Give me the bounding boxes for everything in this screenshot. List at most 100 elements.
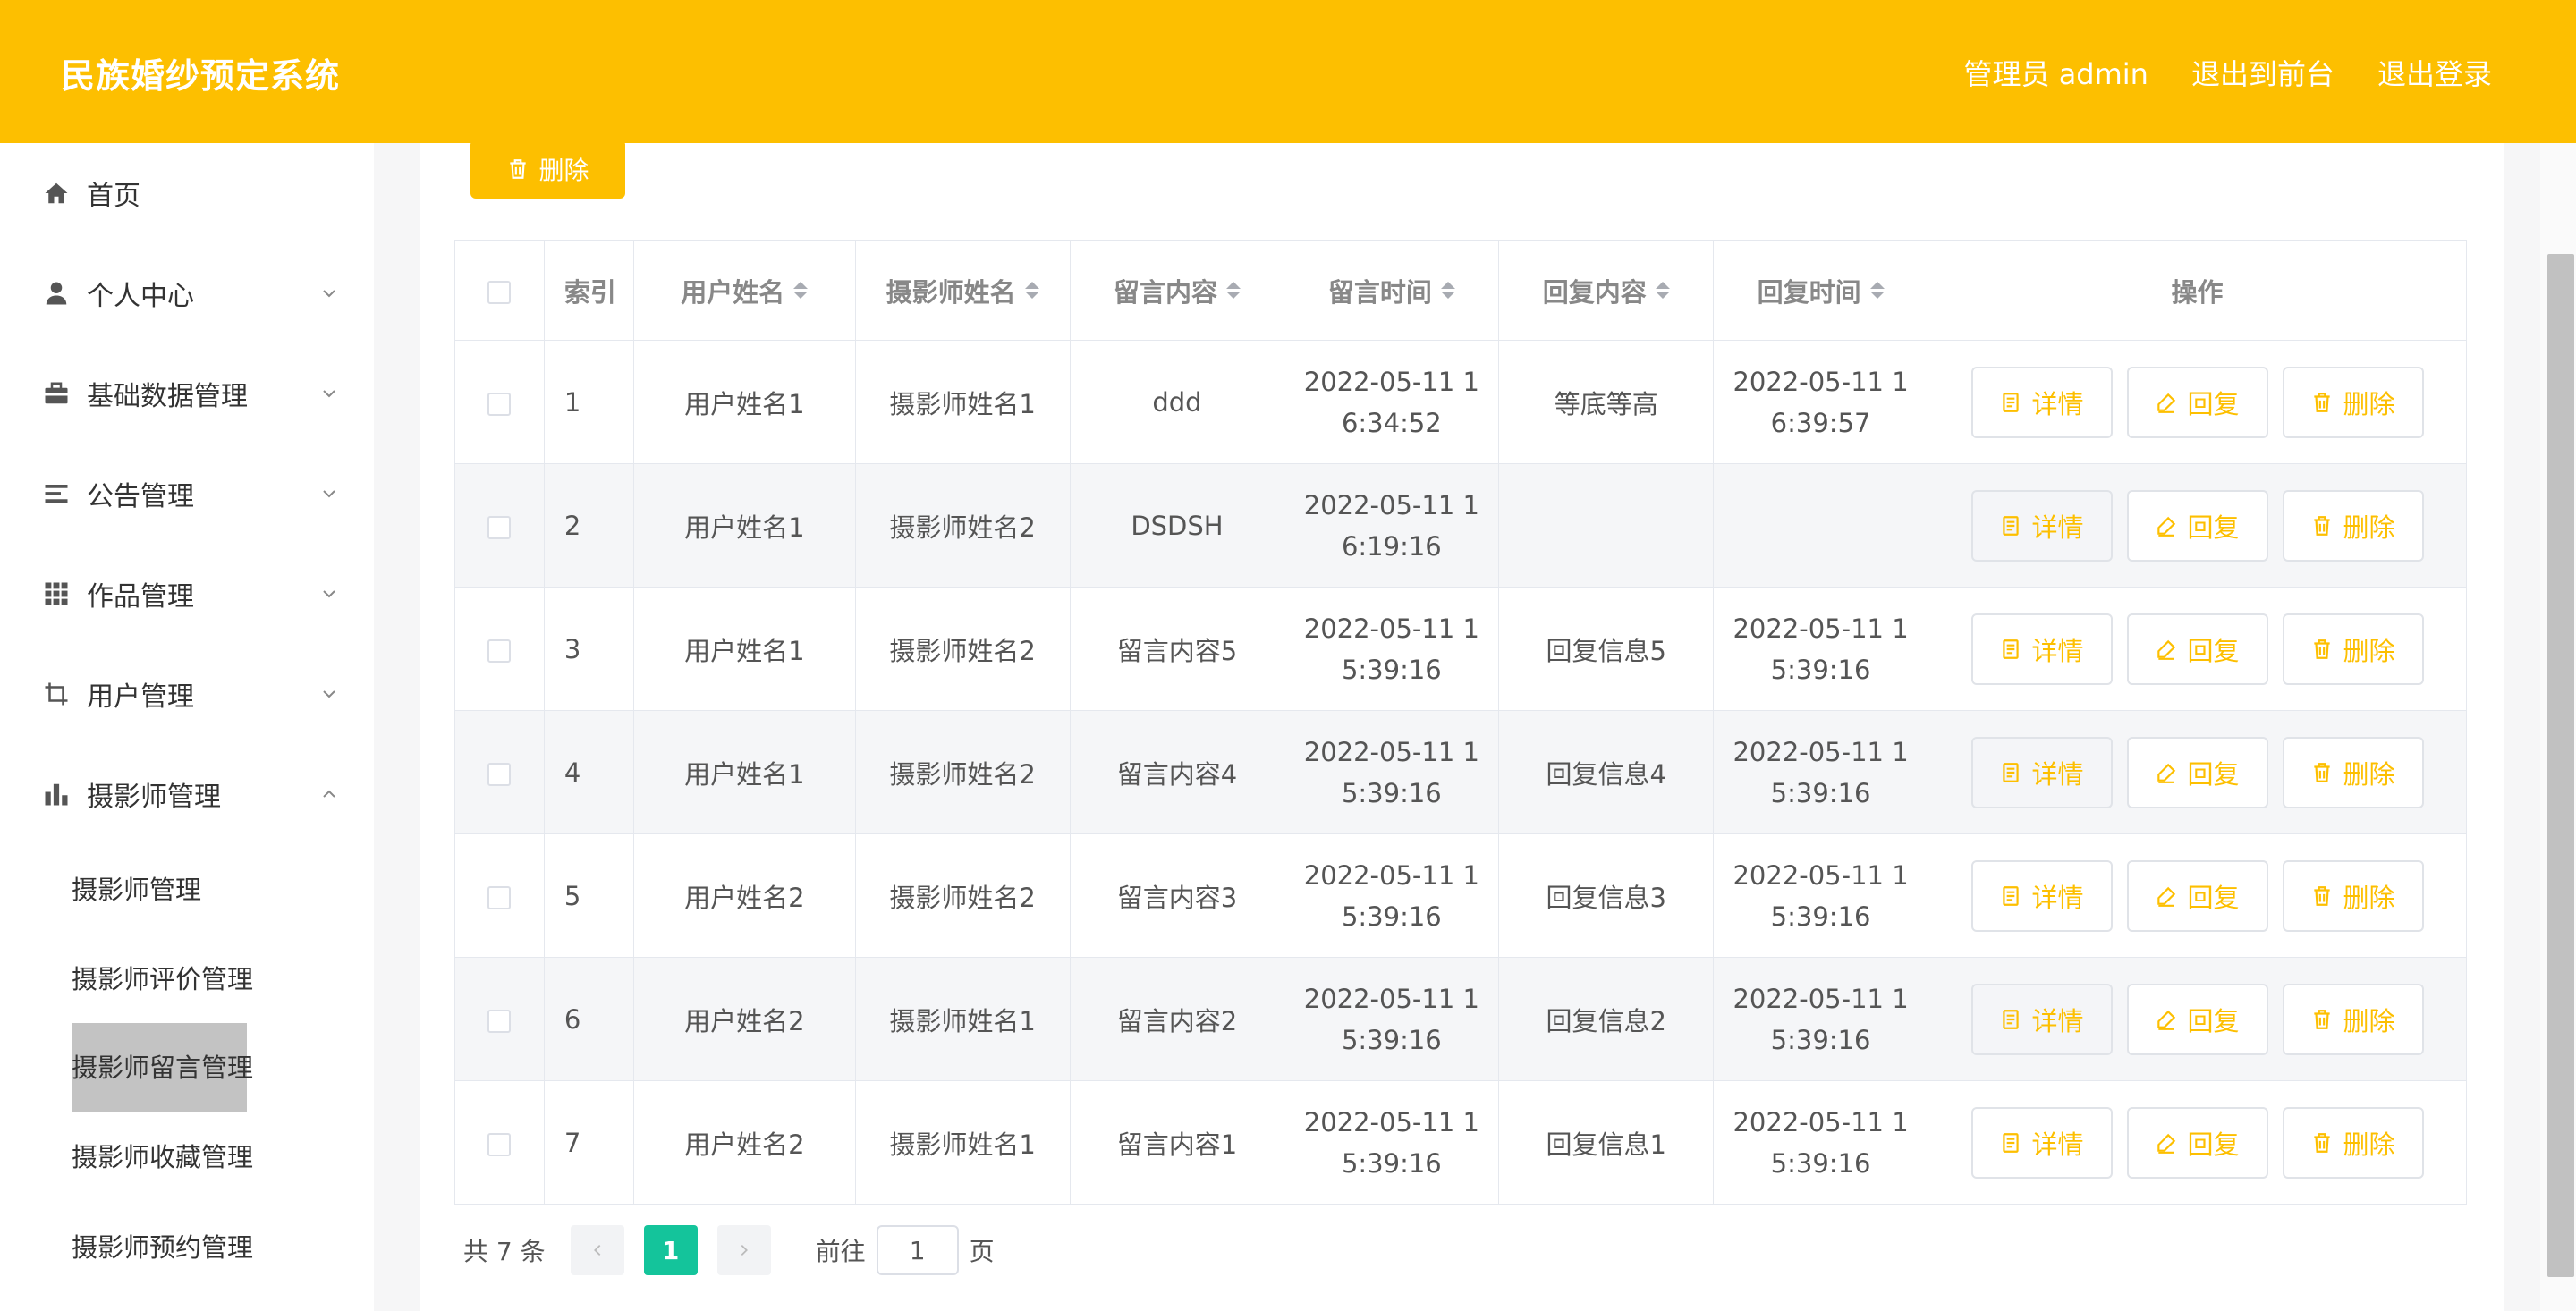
trash-icon [2314,515,2331,536]
reply-button[interactable]: 回复 [2126,489,2268,562]
document-icon [2003,1132,2020,1153]
cell-photographer: 摄影师姓名1 [854,340,1071,464]
cell-reply: 等底等高 [1498,340,1715,464]
delete-label: 删除 [2343,1005,2395,1036]
time-line: 2022-05-11 1 [1303,736,1479,767]
detail-button[interactable]: 详情 [1970,489,2113,562]
submenu-photographer-manage[interactable]: 摄影师管理 [72,867,201,912]
detail-button[interactable]: 详情 [1970,736,2113,808]
cell-photographer: 摄影师姓名2 [854,710,1071,834]
cell-time: 2022-05-11 1 5:39:16 [1284,1080,1500,1205]
current-page-button[interactable]: 1 [643,1225,698,1275]
next-page-button[interactable] [716,1225,771,1275]
sort-icon[interactable] [1225,282,1241,299]
table-row: 6 用户姓名2 摄影师姓名1 留言内容2 2022-05-11 1 5:39:16 回复信息… [454,957,2467,1081]
detail-button[interactable]: 详情 [1970,983,2113,1055]
detail-button[interactable]: 详情 [1970,1106,2113,1179]
sidebar-item-users[interactable]: 用户管理 [0,644,374,744]
goto-page-input[interactable] [876,1225,959,1275]
sidebar-item-works[interactable]: 作品管理 [0,544,374,644]
sort-icon[interactable] [1869,282,1885,299]
delete-button[interactable]: 删除 [2282,859,2424,932]
sort-icon[interactable] [1024,282,1039,299]
reply-button[interactable]: 回复 [2126,366,2268,438]
col-header-content[interactable]: 留言内容 [1069,240,1285,341]
delete-button[interactable]: 删除 [2282,489,2424,562]
sort-icon[interactable] [1655,282,1670,299]
detail-button[interactable]: 详情 [1970,366,2113,438]
cell-user: 用户姓名1 [632,587,856,711]
sidebar-item-photographers[interactable]: 摄影师管理 [0,744,374,844]
col-header-label: 回复内容 [1542,276,1647,308]
admin-user-link[interactable]: 管理员 admin [1964,52,2148,93]
reply-button[interactable]: 回复 [2126,983,2268,1055]
reply-button[interactable]: 回复 [2126,736,2268,808]
sidebar-item-label: 基础数据管理 [87,381,248,412]
sidebar-item-home[interactable]: 首页 [0,143,374,243]
cell-reply-time [1713,463,1929,588]
chevron-down-icon [317,481,342,506]
col-header-time[interactable]: 留言时间 [1284,240,1500,341]
submenu-photographer-reviews[interactable]: 摄影师评价管理 [72,957,253,1002]
cell-index: 6 [543,957,634,1081]
document-icon [2003,515,2020,536]
reply-button[interactable]: 回复 [2126,1106,2268,1179]
edit-icon [2157,1133,2176,1154]
sort-icon[interactable] [793,282,809,299]
home-icon [39,176,73,210]
time-line: 2022-05-11 1 [1303,983,1479,1014]
row-checkbox[interactable] [487,515,512,539]
row-checkbox[interactable] [487,1132,512,1156]
detail-label: 详情 [2031,882,2084,913]
delete-button[interactable]: 删除 [2282,736,2424,808]
detail-button[interactable]: 详情 [1970,859,2113,932]
detail-button[interactable]: 详情 [1970,613,2113,685]
row-checkbox[interactable] [487,885,512,909]
time-line: 5:39:16 [1341,777,1442,808]
time-line: 2022-05-11 1 [1303,859,1479,891]
sidebar-item-basic-data[interactable]: 基础数据管理 [0,343,374,444]
select-all-checkbox[interactable] [487,280,512,304]
cell-reply: 回复信息1 [1498,1080,1715,1205]
row-checkbox[interactable] [487,639,512,663]
cell-photographer: 摄影师姓名2 [854,833,1071,958]
batch-delete-button[interactable]: 删除 [470,140,625,199]
col-header-reply[interactable]: 回复内容 [1498,240,1715,341]
delete-button[interactable]: 删除 [2282,1106,2424,1179]
col-header-user[interactable]: 用户姓名 [632,240,856,341]
sidebar-item-announcements[interactable]: 公告管理 [0,444,374,544]
table-row: 7 用户姓名2 摄影师姓名1 留言内容1 2022-05-11 1 5:39:16 回复信息… [454,1080,2467,1205]
pagination-total: 共 7 条 [463,1237,546,1266]
delete-button[interactable]: 删除 [2282,983,2424,1055]
delete-button[interactable]: 删除 [2282,613,2424,685]
cell-user: 用户姓名2 [632,1080,856,1205]
row-select-cell [454,463,545,588]
time-line: 5:39:16 [1770,901,1871,932]
logout-link[interactable]: 退出登录 [2377,52,2492,93]
crop-icon [39,677,73,711]
submenu-photographer-favorites[interactable]: 摄影师收藏管理 [72,1135,253,1180]
cell-actions: 详情 回复 删除 [1928,340,2467,464]
reply-button[interactable]: 回复 [2126,613,2268,685]
sort-icon[interactable] [1440,282,1455,299]
sidebar-item-personal-center[interactable]: 个人中心 [0,243,374,343]
col-header-photographer[interactable]: 摄影师姓名 [854,240,1071,341]
time-line: 2022-05-11 1 [1303,366,1479,397]
col-header-reply-time[interactable]: 回复时间 [1713,240,1929,341]
submenu-photographer-messages[interactable]: 摄影师留言管理 [72,1045,253,1090]
cell-index: 2 [543,463,634,588]
row-checkbox[interactable] [487,1009,512,1033]
delete-button[interactable]: 删除 [2282,366,2424,438]
document-icon [2003,885,2020,906]
prev-page-button[interactable] [570,1225,624,1275]
row-checkbox[interactable] [487,392,512,416]
briefcase-icon [39,376,73,410]
reply-button[interactable]: 回复 [2126,859,2268,932]
submenu-photographer-bookings[interactable]: 摄影师预约管理 [72,1225,253,1270]
scrollbar-thumb[interactable] [2547,254,2574,1277]
edit-icon [2157,516,2176,537]
detail-label: 详情 [2031,512,2084,543]
exit-to-frontend-link[interactable]: 退出到前台 [2191,52,2334,93]
row-checkbox[interactable] [487,762,512,786]
document-icon [2003,392,2020,412]
